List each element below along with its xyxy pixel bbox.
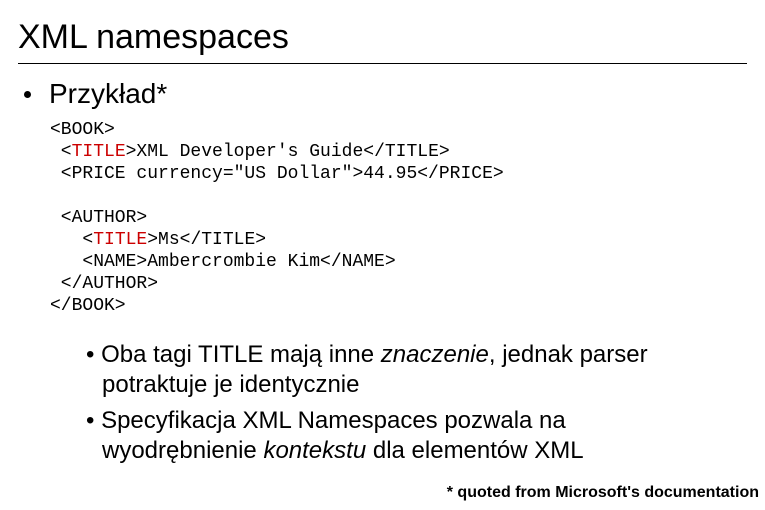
slide: XML namespaces Przykład* <BOOK> <TITLE>X…	[0, 0, 765, 510]
bullet-icon	[24, 91, 31, 98]
code-line: >Ms</TITLE>	[147, 230, 266, 250]
code-line: >XML Developer's Guide</TITLE>	[126, 142, 450, 162]
bullet-em: znaczenie	[381, 341, 489, 368]
code-highlight: TITLE	[93, 230, 147, 250]
subheading: Przykład*	[49, 78, 167, 110]
code-block: <BOOK> <TITLE>XML Developer's Guide</TIT…	[50, 120, 747, 318]
code-line: </BOOK>	[50, 296, 126, 316]
code-line: <	[50, 142, 72, 162]
code-line: <	[50, 230, 93, 250]
code-line: <NAME>Ambercrombie Kim</NAME>	[50, 252, 396, 272]
bullet-list: Oba tagi TITLE mają inne znaczenie, jedn…	[86, 340, 727, 466]
subheading-row: Przykład*	[18, 78, 747, 110]
footnote: * quoted from Microsoft's documentation	[447, 484, 759, 502]
bullet-em: kontekstu	[263, 437, 366, 464]
bullet-item: Oba tagi TITLE mają inne znaczenie, jedn…	[86, 340, 727, 400]
code-line: <BOOK>	[50, 120, 115, 140]
code-line: </AUTHOR>	[50, 274, 158, 294]
code-highlight: TITLE	[72, 142, 126, 162]
bullet-item: Specyfikacja XML Namespaces pozwala na w…	[86, 406, 727, 466]
bullet-text: dla elementów XML	[366, 437, 583, 464]
code-line: <PRICE currency="US Dollar">44.95</PRICE…	[50, 164, 504, 184]
code-line: <AUTHOR>	[50, 208, 147, 228]
slide-title: XML namespaces	[18, 18, 747, 64]
bullet-text: Oba tagi TITLE mają inne	[101, 341, 381, 368]
